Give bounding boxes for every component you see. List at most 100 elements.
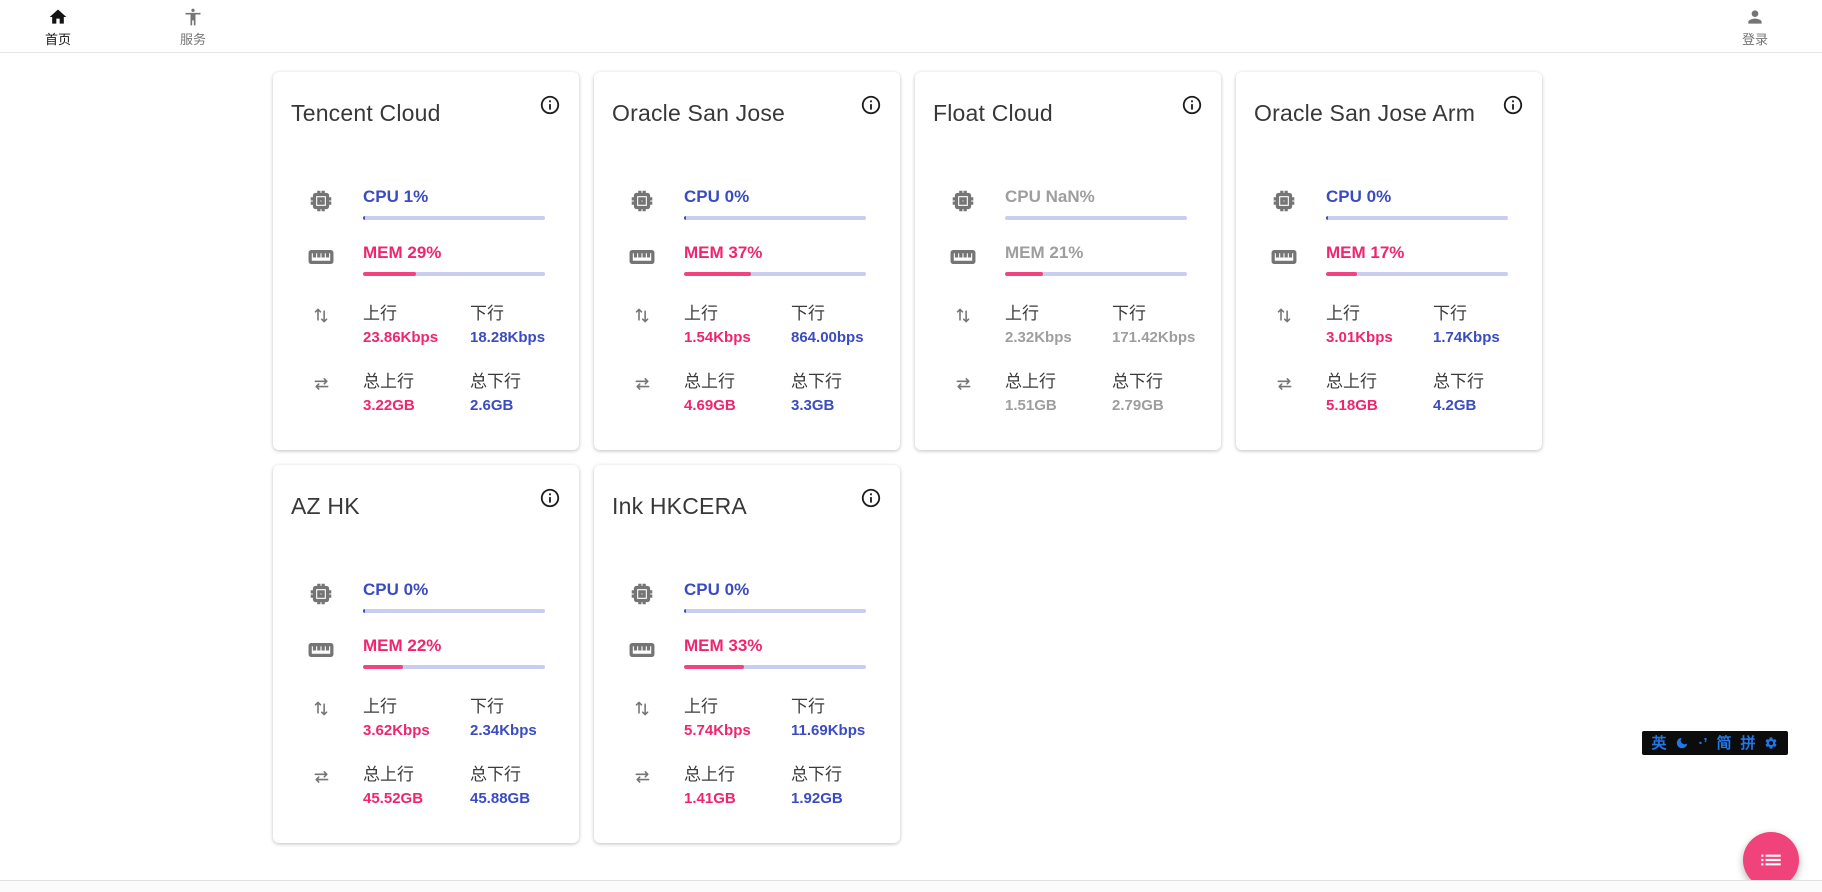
swap-horizontal-icon <box>291 367 363 435</box>
swap-vertical-icon <box>291 299 363 367</box>
cpu-row: CPU NaN% <box>933 187 1203 243</box>
info-button[interactable] <box>539 94 561 116</box>
mem-ruler-icon <box>612 243 684 299</box>
total-up-label: 总上行 <box>363 367 470 392</box>
total-up-value: 45.52GB <box>363 790 470 807</box>
info-button[interactable] <box>860 94 882 116</box>
footer-divider <box>0 880 1822 892</box>
ime-toolbar: 英 ·’ 简 拼 <box>1642 731 1788 755</box>
card-header: Oracle San Jose Arm <box>1254 92 1524 127</box>
mem-ruler-icon <box>291 243 363 299</box>
cpu-progress-fill <box>363 609 365 613</box>
ime-punctuation-toggle[interactable]: ·’ <box>1698 736 1707 751</box>
mem-progress-fill <box>1005 272 1043 276</box>
nav-item-services[interactable]: 服务 <box>171 7 215 48</box>
ime-pinyin-toggle[interactable]: 拼 <box>1740 736 1755 751</box>
nav-services-label: 服务 <box>180 29 206 48</box>
info-icon <box>1502 94 1524 116</box>
up-label: 上行 <box>363 299 470 324</box>
info-button[interactable] <box>860 487 882 509</box>
total-up-value: 3.22GB <box>363 397 470 414</box>
mem-progress-fill <box>363 272 416 276</box>
total-down-label: 总下行 <box>1112 367 1219 392</box>
server-name: Tencent Cloud <box>291 100 441 127</box>
down-label: 下行 <box>470 692 577 717</box>
total-row: 总上行 1.41GB 总下行 1.92GB <box>612 760 882 828</box>
ime-language-toggle[interactable]: 英 <box>1651 736 1666 751</box>
mem-label: MEM 17% <box>1326 243 1524 263</box>
swap-vertical-icon <box>291 692 363 760</box>
moon-icon <box>1675 736 1689 750</box>
up-value: 3.62Kbps <box>363 722 470 739</box>
down-value: 11.69Kbps <box>791 722 898 739</box>
down-value: 864.00bps <box>791 329 898 346</box>
server-stats: CPU 0% MEM 22% <box>291 580 561 828</box>
total-down-value: 45.88GB <box>470 790 577 807</box>
info-button[interactable] <box>1502 94 1524 116</box>
server-name: Oracle San Jose <box>612 100 785 127</box>
down-value: 1.74Kbps <box>1433 329 1540 346</box>
server-stats: CPU 1% MEM 29% <box>291 187 561 435</box>
card-header: Ink HKCERA <box>612 485 882 520</box>
swap-horizontal-icon <box>612 760 684 828</box>
server-card: AZ HK CPU 0% <box>273 465 579 843</box>
info-icon <box>860 94 882 116</box>
mem-progress-bar <box>684 272 866 276</box>
ime-settings-button[interactable] <box>1764 736 1778 750</box>
total-up-label: 总上行 <box>684 760 791 785</box>
up-value: 5.74Kbps <box>684 722 791 739</box>
server-card: Float Cloud CPU NaN% <box>915 72 1221 450</box>
mem-row: MEM 29% <box>291 243 561 299</box>
total-up-label: 总上行 <box>1005 367 1112 392</box>
mem-ruler-icon <box>1254 243 1326 299</box>
swap-horizontal-icon <box>291 760 363 828</box>
mem-row: MEM 37% <box>612 243 882 299</box>
mem-progress-bar <box>363 272 545 276</box>
mem-ruler-icon <box>291 636 363 692</box>
nav-home-label: 首页 <box>45 29 71 48</box>
up-value: 2.32Kbps <box>1005 329 1112 346</box>
cpu-progress-bar <box>363 216 545 220</box>
cpu-label: CPU 0% <box>1326 187 1524 207</box>
home-icon <box>48 7 68 27</box>
mem-progress-fill <box>684 272 751 276</box>
mem-label: MEM 29% <box>363 243 561 263</box>
mem-progress-bar <box>363 665 545 669</box>
total-down-value: 4.2GB <box>1433 397 1540 414</box>
total-down-label: 总下行 <box>470 367 577 392</box>
down-label: 下行 <box>1433 299 1540 324</box>
mem-label: MEM 33% <box>684 636 882 656</box>
speed-row: 上行 5.74Kbps 下行 11.69Kbps <box>612 692 882 760</box>
server-name: Float Cloud <box>933 100 1053 127</box>
nav-item-login[interactable]: 登录 <box>1733 7 1777 48</box>
speed-row: 上行 1.54Kbps 下行 864.00bps <box>612 299 882 367</box>
up-value: 3.01Kbps <box>1326 329 1433 346</box>
info-button[interactable] <box>1181 94 1203 116</box>
cpu-progress-fill <box>684 216 686 220</box>
person-icon <box>1745 7 1765 27</box>
down-label: 下行 <box>791 692 898 717</box>
info-icon <box>539 94 561 116</box>
mem-label: MEM 37% <box>684 243 882 263</box>
cpu-progress-bar <box>1326 216 1508 220</box>
cpu-row: CPU 1% <box>291 187 561 243</box>
swap-vertical-icon <box>1254 299 1326 367</box>
mem-label: MEM 21% <box>1005 243 1203 263</box>
speed-row: 上行 23.86Kbps 下行 18.28Kbps <box>291 299 561 367</box>
server-stats: CPU 0% MEM 33% <box>612 580 882 828</box>
server-stats: CPU 0% MEM 17% <box>1254 187 1524 435</box>
total-down-value: 3.3GB <box>791 397 898 414</box>
mem-progress-fill <box>363 665 403 669</box>
ime-dark-mode-toggle[interactable] <box>1675 736 1689 750</box>
total-up-label: 总上行 <box>684 367 791 392</box>
mem-ruler-icon <box>933 243 1005 299</box>
accessibility-icon <box>183 7 203 27</box>
card-header: Float Cloud <box>933 92 1203 127</box>
server-name: Ink HKCERA <box>612 493 747 520</box>
info-button[interactable] <box>539 487 561 509</box>
cpu-chip-icon <box>1254 187 1326 243</box>
card-header: AZ HK <box>291 485 561 520</box>
ime-simplified-toggle[interactable]: 简 <box>1717 736 1732 751</box>
nav-item-home[interactable]: 首页 <box>36 7 80 48</box>
cpu-progress-fill <box>684 609 686 613</box>
